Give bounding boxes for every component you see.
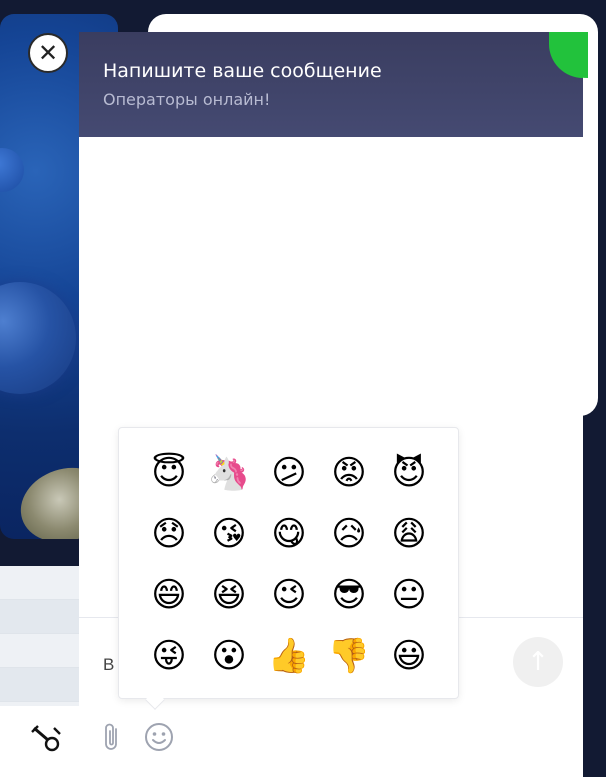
smiley-icon[interactable] — [143, 721, 175, 753]
emoji-picker: 😇 🦄 😕 😡 😈 😞 😘 😋 😥 😩 😄 😆 😉 😎 😐 😜 😮 👍 👎 😃 — [118, 427, 459, 699]
emoji-grid: 😇 🦄 😕 😡 😈 😞 😘 😋 😥 😩 😄 😆 😉 😎 😐 😜 😮 👍 👎 😃 — [139, 442, 444, 686]
emoji-unicorn[interactable]: 🦄 — [199, 442, 259, 503]
send-button[interactable]: ↑ — [513, 637, 563, 687]
tool-icon[interactable] — [30, 722, 64, 754]
emoji-sweat[interactable]: 😥 — [319, 503, 379, 564]
paperclip-icon[interactable] — [101, 721, 123, 753]
background-list — [0, 566, 80, 706]
emoji-angry[interactable]: 😡 — [319, 442, 379, 503]
emoji-yum[interactable]: 😋 — [259, 503, 319, 564]
background-list-row — [0, 600, 80, 634]
background-basketball — [0, 282, 76, 394]
background-list-row — [0, 566, 80, 600]
chat-title: Напишите ваше сообщение — [103, 60, 382, 82]
chat-header: Напишите ваше сообщение Операторы онлайн… — [79, 32, 583, 137]
emoji-sunglasses[interactable]: 😎 — [319, 564, 379, 625]
background-ball-small — [0, 148, 24, 192]
arrow-up-icon: ↑ — [527, 647, 549, 677]
emoji-confused[interactable]: 😕 — [259, 442, 319, 503]
close-icon: ✕ — [37, 39, 59, 67]
emoji-wink[interactable]: 😉 — [259, 564, 319, 625]
background-list-row — [0, 668, 80, 702]
emoji-devil[interactable]: 😈 — [379, 442, 439, 503]
background-list-row — [0, 634, 80, 668]
close-button[interactable]: ✕ — [28, 33, 68, 73]
emoji-weary[interactable]: 😩 — [379, 503, 439, 564]
emoji-smile[interactable]: 😄 — [139, 564, 199, 625]
emoji-thumbs-up[interactable]: 👍 — [259, 625, 319, 686]
emoji-neutral[interactable]: 😐 — [379, 564, 439, 625]
emoji-innocent[interactable]: 😇 — [139, 442, 199, 503]
chat-subtitle: Операторы онлайн! — [103, 90, 271, 109]
emoji-laughing[interactable]: 😆 — [199, 564, 259, 625]
emoji-smiley[interactable]: 😃 — [379, 625, 439, 686]
emoji-tongue-wink[interactable]: 😜 — [139, 625, 199, 686]
emoji-surprised[interactable]: 😮 — [199, 625, 259, 686]
emoji-disappointed[interactable]: 😞 — [139, 503, 199, 564]
emoji-kiss[interactable]: 😘 — [199, 503, 259, 564]
emoji-thumbs-down[interactable]: 👎 — [319, 625, 379, 686]
